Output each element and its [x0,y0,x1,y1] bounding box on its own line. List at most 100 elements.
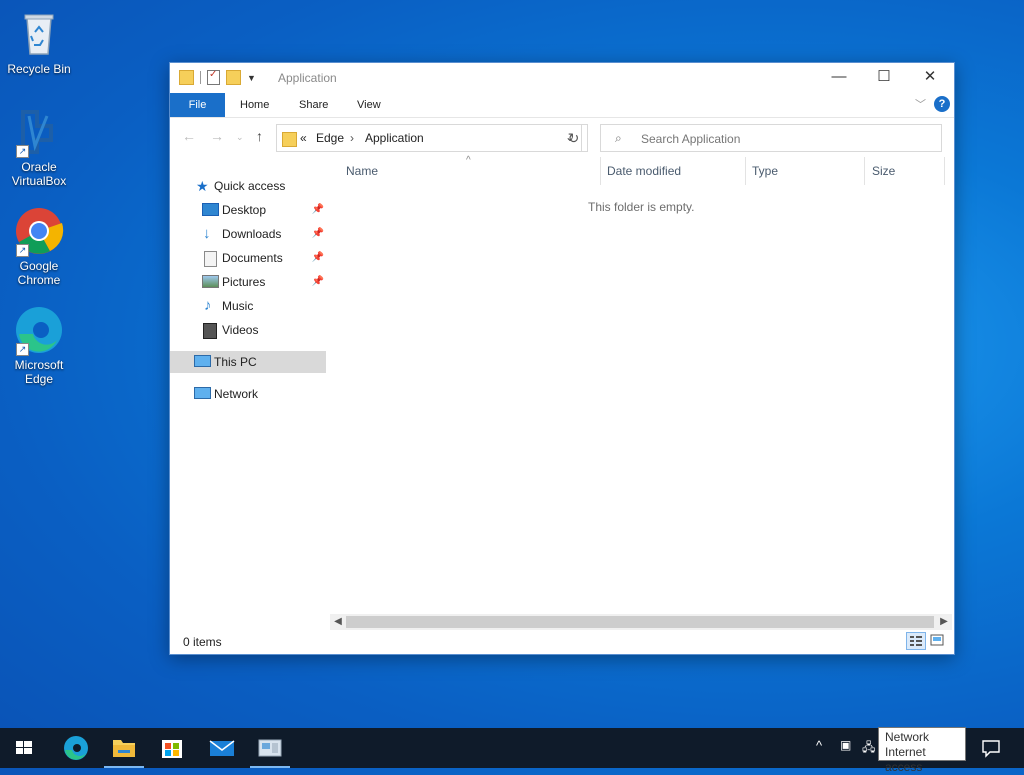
desktop-icon-virtualbox[interactable]: ↗ Oracle VirtualBox [1,106,77,188]
properties-icon[interactable] [207,69,220,85]
breadcrumb-separator-icon: › [350,131,354,145]
windows-logo-icon [16,741,32,754]
taskbar: ^ ▣ 🖧 [0,728,1024,768]
nav-item-pictures[interactable]: Pictures 📌 [170,271,326,293]
quick-access-toolbar: ▼ [179,69,256,85]
status-item-count: 0 items [183,635,222,649]
nav-item-videos[interactable]: Videos [170,319,326,341]
folder-icon [282,132,297,147]
taskbar-edge-button[interactable] [52,728,100,768]
close-button[interactable]: ✕ [907,63,953,93]
search-box[interactable]: ⌕ [600,124,942,152]
nav-label: Videos [222,323,259,337]
breadcrumb-overflow[interactable]: « [300,131,307,145]
nav-quick-access[interactable]: ★ Quick access [170,175,326,197]
network-tray-icon[interactable]: 🖧 [862,738,875,759]
column-header-size[interactable]: Size [872,163,895,187]
details-view-icon [910,636,922,646]
pin-icon[interactable]: 📌 [312,223,324,245]
tab-home[interactable]: Home [240,93,269,117]
recent-locations-chevron-icon[interactable]: ⌄ [236,132,244,143]
network-icon [194,387,211,399]
taskbar-file-explorer-button[interactable] [100,728,148,768]
column-divider[interactable] [745,157,746,185]
desktop-icon-chrome[interactable]: ↗ Google Chrome [1,205,77,287]
minimize-button[interactable]: — [816,63,862,93]
nav-label: Quick access [214,179,286,193]
desktop-icon-recycle-bin[interactable]: Recycle Bin [1,8,77,76]
scrollbar-thumb[interactable] [346,616,934,628]
refresh-icon: ↻ [567,130,580,146]
nav-item-downloads[interactable]: ↓ Downloads 📌 [170,223,326,245]
window-title: Application [278,71,337,85]
pin-icon[interactable]: 📌 [312,247,324,269]
column-divider[interactable] [944,157,945,185]
computer-icon [194,355,211,367]
tooltip-status: Internet access [885,745,926,774]
taskbar-app-button[interactable] [246,728,294,768]
meet-now-icon[interactable]: ▣ [840,738,851,752]
film-icon [203,323,217,339]
back-arrow-icon[interactable]: ← [182,128,196,144]
nav-item-documents[interactable]: Documents 📌 [170,247,326,269]
virtualbox-icon: ↗ [13,106,65,158]
help-icon[interactable]: ? [934,96,950,112]
tab-share[interactable]: Share [299,93,328,117]
horizontal-scrollbar[interactable]: ◀ ▶ [330,614,952,630]
new-folder-icon[interactable] [226,70,241,85]
show-hidden-icons-chevron-icon[interactable]: ^ [816,738,822,753]
music-note-icon: ♪ [204,297,212,314]
column-header-name[interactable]: Name [346,163,378,187]
tab-view[interactable]: View [357,93,381,117]
tooltip-title: Network [885,730,930,744]
nav-label: Pictures [222,275,266,289]
nav-label: Documents [222,251,283,265]
column-header-type[interactable]: Type [752,163,778,187]
action-center-button[interactable] [968,728,1014,768]
column-divider[interactable] [600,157,601,185]
search-input[interactable] [639,129,933,149]
refresh-button[interactable]: ↻ [560,124,588,152]
shortcut-arrow-icon: ↗ [16,145,29,158]
recycle-bin-icon [13,8,65,60]
scroll-left-icon[interactable]: ◀ [330,614,346,630]
nav-label: Desktop [222,203,267,217]
maximize-icon: ☐ [877,68,891,85]
start-button[interactable] [0,728,48,768]
scroll-right-icon[interactable]: ▶ [936,614,952,630]
forward-arrow-icon[interactable]: → [210,128,224,144]
nav-network[interactable]: Network [170,383,326,405]
nav-label: Music [222,299,254,313]
nav-label: Downloads [222,227,282,241]
details-view-button[interactable] [906,632,926,650]
taskbar-mail-button[interactable] [198,728,246,768]
desktop-icon-label: Recycle Bin [7,62,71,76]
tab-file[interactable]: File [170,93,225,117]
column-header-date-modified[interactable]: Date modified [607,163,681,187]
nav-item-desktop[interactable]: Desktop 📌 [170,199,326,221]
breadcrumb-edge[interactable]: Edge [316,131,344,145]
file-explorer-window: ▼ Application — ☐ ✕ File Home Share View… [169,62,955,655]
desktop-icon-label: Microsoft Edge [14,358,64,386]
maximize-button[interactable]: ☐ [861,63,907,93]
desktop-icon-edge[interactable]: ↗ Microsoft Edge [1,304,77,386]
column-divider[interactable] [864,157,865,185]
breadcrumb-application[interactable]: Application [365,131,424,145]
expand-ribbon-icon[interactable]: ﹀ [915,96,926,112]
customize-toolbar-dropdown-icon[interactable]: ▼ [247,73,256,83]
ribbon-tabs: File Home Share View ﹀ ? [170,93,954,117]
close-icon: ✕ [923,68,937,85]
pin-icon[interactable]: 📌 [312,271,324,293]
navigation-bar: ← → ⌄ ↑ « Edge › Application ⌄ ↻ ⌕ [170,117,954,158]
address-bar[interactable]: « Edge › Application ⌄ [276,124,582,152]
notification-icon [982,740,1000,758]
up-arrow-icon[interactable]: ↑ [256,128,263,144]
taskbar-store-button[interactable] [148,728,196,768]
large-icons-view-button[interactable] [928,632,948,650]
nav-this-pc[interactable]: This PC [170,351,326,373]
chrome-icon: ↗ [13,205,65,257]
nav-item-music[interactable]: ♪ Music [170,295,326,317]
title-bar[interactable]: ▼ Application — ☐ ✕ [170,63,954,93]
pin-icon[interactable]: 📌 [312,199,324,221]
edge-icon [64,736,88,760]
